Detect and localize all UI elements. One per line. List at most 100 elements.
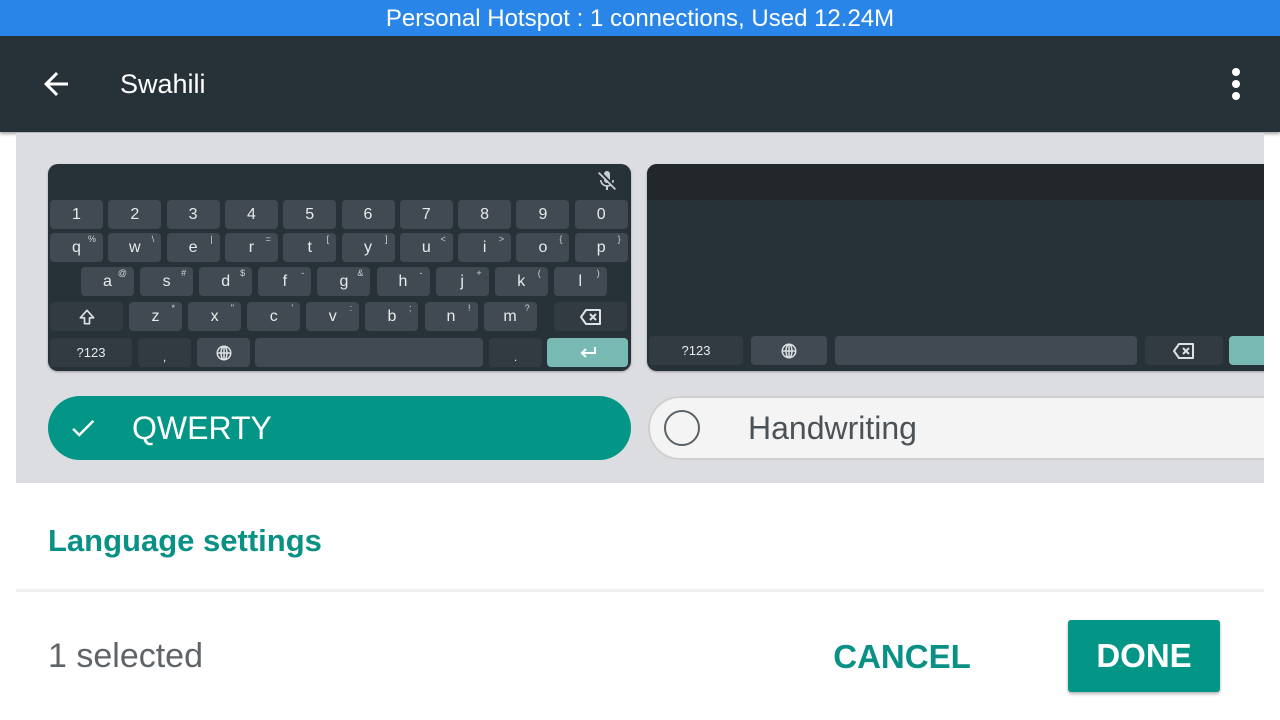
keyboard-top-bar [48,164,631,198]
qwerty-keyboard-preview[interactable]: 1 2 3 4 5 6 7 8 9 0 q% w \ e | r = t[y] u < i > o{p} a @ s # d $ f - g &… [48,164,631,371]
key-u[interactable]: u < [399,233,453,262]
key-m[interactable]: m? [483,302,537,331]
key-l[interactable]: l) [553,267,607,296]
key-w[interactable]: w \ [108,233,162,262]
key-label: q [72,238,81,256]
key-b[interactable]: b; [365,302,419,331]
key-c[interactable]: c ' [247,302,301,331]
key-n[interactable]: n! [424,302,478,331]
globe-icon [781,343,797,358]
key-hint: + [476,268,482,278]
shift-key[interactable] [50,302,123,331]
handwriting-keyboard-preview[interactable]: ?123 [647,164,1264,371]
key-label: x [210,307,219,325]
key-j[interactable]: j + [435,267,489,296]
key-2[interactable]: 2 [108,200,162,229]
space-key[interactable] [835,336,1137,365]
key-f[interactable]: f- [258,267,312,296]
key-label: 2 [130,205,140,223]
key-7[interactable]: 7 [399,200,453,229]
backspace-key[interactable] [554,302,627,331]
key-label: m [503,307,517,325]
layout-option-handwriting[interactable]: Handwriting [648,396,1264,460]
symbols-key[interactable]: ?123 [50,338,132,367]
key-p[interactable]: p} [574,233,628,262]
key-a[interactable]: a @ [81,267,134,296]
globe-key[interactable] [751,336,827,365]
symbols-key[interactable]: ?123 [649,336,743,365]
key-hint: @ [117,268,127,278]
key-q[interactable]: q% [50,233,103,262]
key-d[interactable]: d $ [199,267,253,296]
key-label: v [328,307,337,325]
layout-option-label: QWERTY [132,409,272,446]
period-key[interactable]: . [489,338,542,367]
key-label: o [538,238,548,256]
key-v[interactable]: v: [306,302,360,331]
globe-icon [216,345,231,360]
key-r[interactable]: r = [224,233,278,262]
language-settings-link[interactable]: Language settings [48,523,322,559]
key-o[interactable]: o{ [516,233,570,262]
back-button[interactable] [30,60,82,108]
key-hint: > [498,234,505,244]
more-vert-dot [1232,92,1240,100]
layout-option-label: Handwriting [748,409,917,446]
key-h[interactable]: h- [376,267,430,296]
key-z[interactable]: z * [129,302,182,331]
key-e[interactable]: e | [166,233,220,262]
key-9[interactable]: 9 [516,200,570,229]
comma-key-label: , [162,349,167,364]
backspace-icon [1173,342,1194,359]
key-6[interactable]: 6 [341,200,395,229]
backspace-key[interactable] [1145,336,1223,365]
key-label: 5 [305,205,315,223]
symbols-key-label: ?123 [681,343,711,358]
enter-key[interactable] [547,338,628,367]
key-hint: ] [384,234,388,244]
key-8[interactable]: 8 [458,200,512,229]
key-k[interactable]: k( [494,267,548,296]
more-options-button[interactable] [1216,60,1256,108]
mic-off-icon [598,171,616,190]
globe-key[interactable] [197,338,250,367]
key-label: n [446,307,456,325]
key-hint: { [559,234,563,244]
hotspot-status-text: Personal Hotspot : 1 connections, Used 1… [385,5,895,32]
key-label: 1 [72,205,81,223]
key-hint: * [171,303,175,313]
done-button[interactable]: DONE [1068,620,1220,692]
more-vert-dot [1232,80,1240,88]
key-5[interactable]: 5 [283,200,337,229]
key-label: p [596,238,606,256]
key-3[interactable]: 3 [166,200,220,229]
space-key[interactable] [255,338,483,367]
key-label: e [188,238,198,256]
key-0[interactable]: 0 [574,200,628,229]
key-hint: - [419,268,423,278]
key-label: g [339,272,349,290]
key-i[interactable]: i > [458,233,512,262]
key-label: 0 [596,205,606,223]
radio-unchecked-icon[interactable] [664,410,700,446]
key-y[interactable]: y] [341,233,395,262]
key-label: b [387,307,397,325]
cancel-button[interactable]: CANCEL [820,622,984,692]
comma-key[interactable]: , [138,338,191,367]
key-label: h [398,272,408,290]
enter-key[interactable] [1229,336,1264,365]
key-g[interactable]: g & [317,267,371,296]
key-1[interactable]: 1 [50,200,103,229]
key-4[interactable]: 4 [224,200,278,229]
key-hint: $ [240,268,246,278]
key-t[interactable]: t[ [283,233,337,262]
key-s[interactable]: s # [140,267,194,296]
key-x[interactable]: x " [188,302,242,331]
layout-option-qwerty[interactable]: QWERTY [48,396,631,460]
key-label: z [151,307,160,325]
enter-icon [580,346,596,358]
key-label: u [421,238,431,256]
layout-carousel[interactable]: 1 2 3 4 5 6 7 8 9 0 q% w \ e | r = t[y] u < i > o{p} a @ s # d $ f - g &… [16,133,1264,483]
key-hint: ; [408,303,412,313]
key-label: y [364,238,372,256]
